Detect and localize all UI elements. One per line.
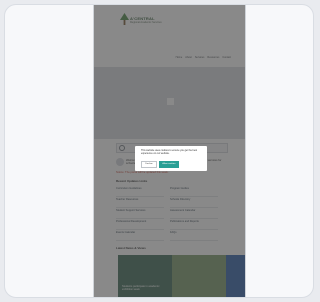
browser-card: A'CENTRAL Regional Academic Services Hom… — [4, 4, 314, 298]
cookie-decline-button[interactable]: Decline — [141, 161, 157, 168]
cookie-consent-modal: This website uses cookies to ensure you … — [135, 146, 207, 171]
cookie-accept-button[interactable]: Allow cookies — [159, 161, 179, 168]
cookie-message: This website uses cookies to ensure you … — [141, 149, 198, 155]
